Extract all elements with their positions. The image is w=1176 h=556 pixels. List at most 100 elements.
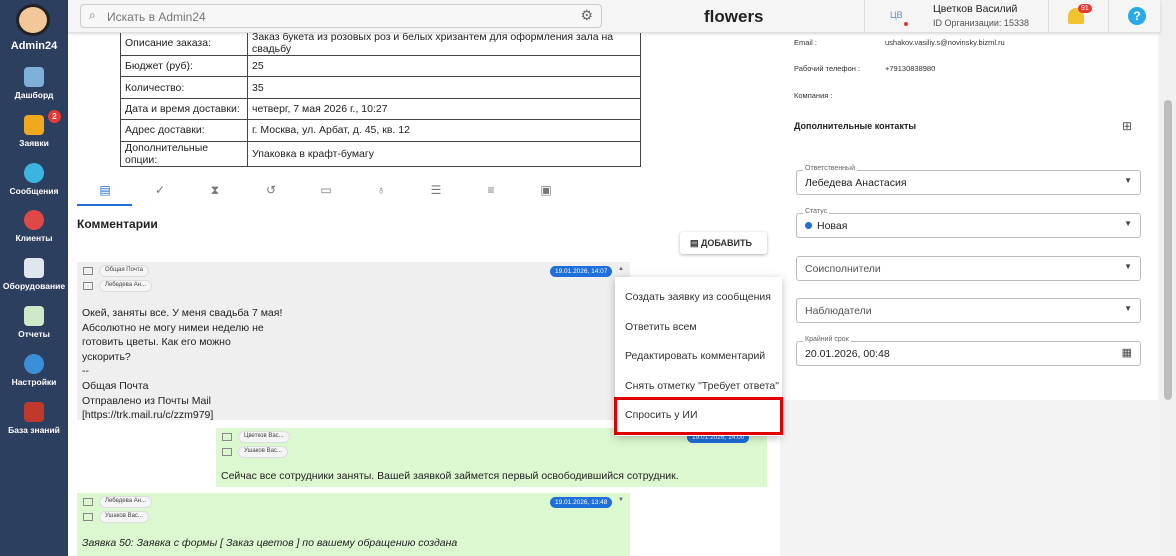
order-key: Бюджет (руб): <box>120 54 248 78</box>
reports-icon <box>24 306 44 326</box>
add-comment-button[interactable]: ▤ ДОБАВИТЬ <box>680 232 767 254</box>
sidebar-item-messages[interactable]: Сообщения <box>0 163 68 196</box>
tab-history-icon[interactable]: ↺ <box>264 183 278 197</box>
contact-panel: Email : ushakov.vasiliy.s@novinsky.bizml… <box>780 33 1158 400</box>
mail-icon <box>222 433 232 441</box>
order-key: Описание заказа: <box>120 30 248 56</box>
chat-icon <box>24 163 44 183</box>
add-label: ДОБАВИТЬ <box>701 238 752 248</box>
recipient-chip[interactable]: Ушаков Вас... <box>238 446 288 458</box>
email-label: Email : <box>794 38 817 47</box>
order-row: Дата и время доставки: четверг, 7 мая 202… <box>120 97 641 121</box>
user-avatar[interactable]: ЦВ <box>890 10 903 20</box>
tab-bulb-icon[interactable]: ♁ <box>374 183 388 197</box>
message-line: ускорить? <box>82 350 131 363</box>
status-select[interactable]: Статус Новая ▼ <box>796 208 1141 238</box>
status-value: Новая <box>817 220 848 232</box>
label: Отчеты <box>18 329 50 339</box>
avatar <box>16 4 50 36</box>
label: Клиенты <box>15 233 53 243</box>
chevron-down-icon: ▼ <box>1124 176 1132 185</box>
tab-devices-icon[interactable]: ▭ <box>319 183 333 197</box>
scrollbar[interactable] <box>1160 0 1176 556</box>
phone-value[interactable]: +79130838980 <box>885 64 935 73</box>
tab-checklist-icon[interactable]: ☰ <box>429 183 443 197</box>
tab-hourglass-icon[interactable]: ⧗ <box>208 183 222 197</box>
sender-chip[interactable]: Общая Почта <box>99 265 149 277</box>
page-title: flowers <box>704 7 764 26</box>
menu-item[interactable]: Снять отметку "Требует ответа" <box>625 380 779 392</box>
brand: Admin24 <box>10 40 58 52</box>
tab-text-icon[interactable]: ≡ <box>484 183 498 197</box>
calendar-icon[interactable]: ▦ <box>1122 346 1132 359</box>
tab-document-icon[interactable]: ▣ <box>539 183 553 197</box>
chevron-icon[interactable]: ▼ <box>618 497 624 503</box>
megaphone-icon <box>24 115 44 135</box>
org-id: ID Организации: 15338 <box>933 18 1029 28</box>
comment-message: Лебедева Ан... Ушаков Вас... 19.01.2026,… <box>77 493 630 556</box>
label: База знаний <box>8 425 60 435</box>
chevron-down-icon: ▼ <box>1124 304 1132 313</box>
sidebar-item-clients[interactable]: Клиенты <box>0 210 68 243</box>
recipient-chip[interactable]: Лебедева Ан... <box>99 280 153 292</box>
tab-tasks-icon[interactable]: ✓ <box>153 183 167 197</box>
clients-icon <box>24 210 44 230</box>
sidebar-item-settings[interactable]: Настройки <box>0 354 68 387</box>
observers-placeholder: Наблюдатели <box>805 305 872 317</box>
deadline-input[interactable]: Крайний срок 20.01.2026, 00:48 ▦ <box>796 336 1141 366</box>
order-value: Упаковка в крафт-бумагу <box>247 140 641 167</box>
search-placeholder: Искать в Admin24 <box>107 10 206 24</box>
sidebar-item-knowledge[interactable]: База знаний <box>0 402 68 435</box>
sidebar-item-requests[interactable]: Заявки 2 <box>0 110 68 148</box>
book-icon <box>24 402 44 422</box>
order-key: Дополнительные опции: <box>120 140 248 167</box>
active-tab-underline <box>77 204 132 206</box>
phone-label: Рабочий телефон : <box>794 64 861 73</box>
menu-item[interactable]: Ответить всем <box>625 321 697 333</box>
comments-title: Комментарии <box>77 217 158 231</box>
responsible-select[interactable]: Ответственный Лебедева Анастасия ▼ <box>796 165 1141 195</box>
sidebar-item-reports[interactable]: Отчеты <box>0 306 68 339</box>
help-button[interactable]: ? <box>1128 7 1146 25</box>
chevron-down-icon: ▼ <box>1124 262 1132 271</box>
comment-icon: ▤ <box>690 238 702 248</box>
user-name[interactable]: Цветков Василий <box>933 3 1017 15</box>
chevron-icon[interactable]: ▲ <box>618 266 624 272</box>
order-value: 35 <box>247 76 641 99</box>
order-key: Адрес доставки: <box>120 119 248 142</box>
equipment-icon <box>24 258 44 278</box>
tab-comments-icon[interactable]: ▤ <box>98 183 112 197</box>
search-icon: ⌕ <box>89 8 96 22</box>
order-table: Описание заказа: Заказ букета из розовых … <box>120 30 641 167</box>
sender-chip[interactable]: Лебедева Ан... <box>99 496 153 508</box>
label: Оборудование <box>2 281 66 291</box>
message-line: Сейчас все сотрудники заняты. Вашей заяв… <box>221 470 679 482</box>
label: Дашборд <box>14 90 54 100</box>
sidebar-item-equipment[interactable]: Оборудование <box>0 258 68 291</box>
order-value: Заказ букета из розовых роз и белых хриз… <box>247 30 641 56</box>
order-row: Адрес доставки: г. Москва, ул. Арбат, д. … <box>120 119 641 142</box>
coexecutors-select[interactable]: Соисполнители ▼ <box>796 256 1141 281</box>
order-row: Дополнительные опции: Упаковка в крафт-бу… <box>120 140 641 167</box>
order-value: четверг, 7 мая 2026 г., 10:27 <box>247 97 641 121</box>
gear-icon[interactable]: ⚙ <box>580 7 593 24</box>
email-value[interactable]: ushakov.vasiliy.s@novinsky.bizml.ru <box>885 38 1005 47</box>
chevron-down-icon: ▼ <box>1124 219 1132 228</box>
ask-ai-highlight <box>614 397 783 435</box>
sidebar-item-dashboard[interactable]: Дашборд <box>0 67 68 100</box>
user-status-dot <box>904 22 908 26</box>
add-contact-icon[interactable]: ⊞ <box>1122 119 1132 133</box>
search-input[interactable]: ⌕ Искать в Admin24 ⚙ <box>80 4 602 28</box>
observers-select[interactable]: Наблюдатели ▼ <box>796 298 1141 323</box>
company-label: Компания : <box>794 91 833 100</box>
menu-item[interactable]: Редактировать комментарий <box>625 350 765 362</box>
recipient-chip[interactable]: Ушаков Вас... <box>99 511 149 523</box>
sender-chip[interactable]: Цветков Вас... <box>238 431 290 443</box>
scrollbar-thumb[interactable] <box>1164 100 1172 400</box>
message-line: Окей, заняты все. У меня свадьба 7 мая! <box>82 307 283 319</box>
order-row: Описание заказа: Заказ букета из розовых … <box>120 30 641 56</box>
menu-item[interactable]: Создать заявку из сообщения <box>625 291 771 303</box>
label: Настройки <box>11 377 57 387</box>
gear-icon <box>24 354 44 374</box>
responsible-value: Лебедева Анастасия <box>805 177 907 189</box>
